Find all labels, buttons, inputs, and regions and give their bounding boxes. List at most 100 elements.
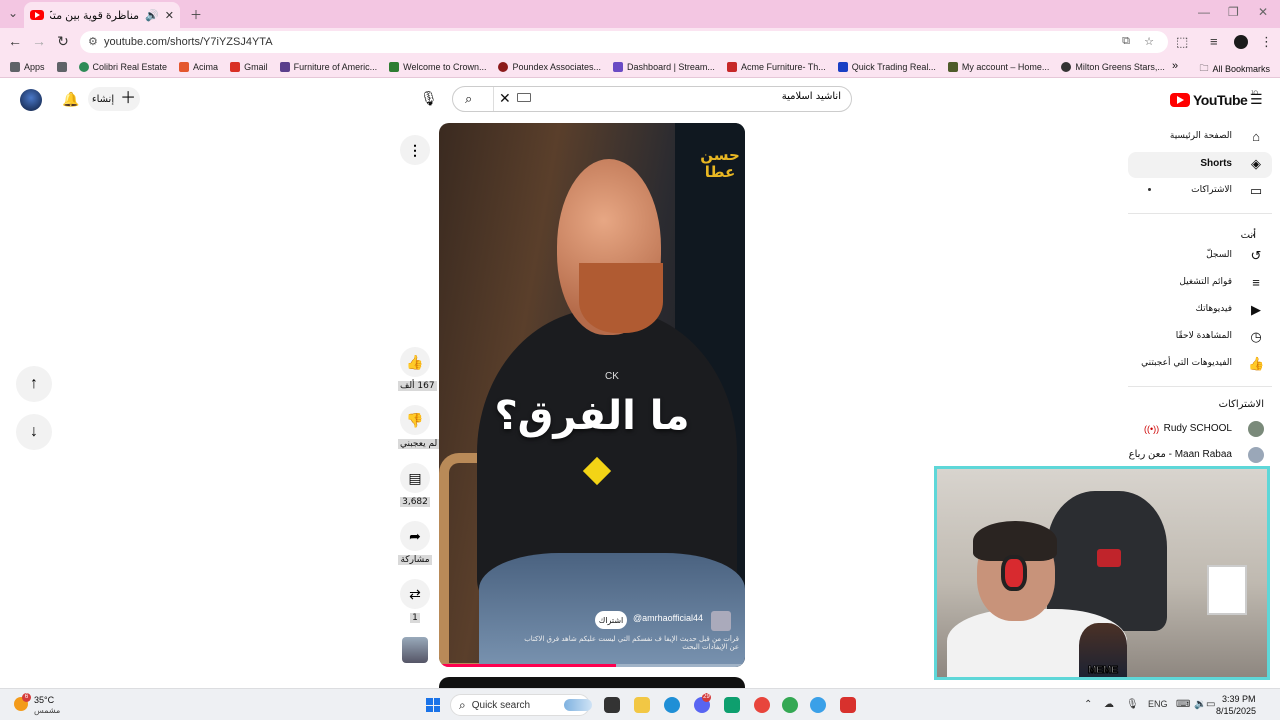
sound-thumbnail[interactable] — [402, 637, 428, 663]
forward-icon[interactable]: → — [30, 33, 48, 49]
weather-temp[interactable]: 35°C — [34, 695, 54, 705]
restore-icon[interactable]: ❐ — [1228, 5, 1239, 19]
bookmark-quick-trading[interactable]: Quick Trading Real... — [837, 61, 936, 72]
tab-strip: ⌄ مناظرة قوية بين متكري السنة 🔊 ✕ ＋ — ❐ … — [0, 0, 1280, 28]
recording-app-icon[interactable] — [840, 697, 856, 713]
sidebar-item-playlists[interactable]: ≡ قوائم التشغيل — [1128, 271, 1272, 297]
chrome-icon[interactable] — [754, 697, 770, 713]
search-icon[interactable]: ⌕ — [465, 91, 472, 107]
sidebar-you-heading[interactable]: أنت › — [1128, 222, 1272, 244]
like-button[interactable]: 👍 — [400, 347, 430, 377]
subscribe-button[interactable]: اشتراك — [595, 611, 627, 629]
browser-icon[interactable] — [810, 697, 826, 713]
sidebar-item-watch-later[interactable]: ◷ المشاهدة لاحقًا — [1128, 325, 1272, 351]
video-progress-bar[interactable] — [439, 664, 745, 667]
keyboard-icon[interactable] — [517, 93, 531, 102]
discord-badge: 29 — [702, 693, 711, 702]
network-icon[interactable]: ⌨ — [1176, 699, 1190, 710]
edge-icon[interactable] — [664, 697, 680, 713]
start-button[interactable] — [426, 698, 440, 712]
dislike-button[interactable]: 👎 — [400, 405, 430, 435]
bookmark-milton-greens[interactable]: Milton Greens Stars,... — [1061, 61, 1165, 72]
clear-search-icon[interactable]: ✕ — [499, 90, 511, 107]
language-indicator[interactable]: ENG — [1148, 699, 1168, 709]
battery-icon[interactable]: ▭ — [1206, 699, 1215, 710]
bookmark-crown[interactable]: Welcome to Crown... — [389, 61, 486, 72]
sidebar-item-shorts[interactable]: ◈ Shorts — [1128, 152, 1272, 178]
back-icon[interactable]: ← — [6, 33, 24, 49]
sidebar-item-history[interactable]: ↺ السجلّ — [1128, 244, 1272, 270]
share-button[interactable]: ➦ — [400, 521, 430, 551]
bookmark-grid[interactable] — [56, 61, 67, 72]
channel-name: معن رباع - Maan Rabaa — [1128, 449, 1232, 460]
extensions-icon[interactable]: ⬚ — [1176, 34, 1188, 50]
site-info-icon[interactable]: ⚙ — [88, 35, 98, 48]
bookmark-furniture-of-america[interactable]: Furniture of Americ... — [279, 61, 377, 72]
address-bar[interactable]: ⚙ youtube.com/shorts/Y7iYZSJ4YTA ⧉ ☆ — [80, 31, 1168, 53]
furniture-icon — [279, 61, 290, 72]
clock-date[interactable]: 8/15/2025 — [1216, 706, 1256, 716]
remix-button[interactable]: ⇄ — [400, 579, 430, 609]
media-control-icon[interactable]: ≡ — [1210, 34, 1218, 49]
clock-time[interactable]: 3:39 PM — [1222, 694, 1256, 704]
sidebar-item-subscriptions[interactable]: ▭ الاشتراكات — [1128, 179, 1272, 205]
tray-cloud-icon[interactable]: ☁ — [1104, 699, 1114, 710]
logo-text: YouTube — [1193, 92, 1248, 108]
acima-icon — [179, 61, 190, 72]
minimize-icon[interactable]: — — [1198, 5, 1210, 19]
youtube-favicon-icon — [30, 10, 44, 20]
all-bookmarks[interactable]: 🗀 All Bookmarks — [1199, 61, 1270, 77]
tray-mic-icon[interactable]: 🎙 — [1126, 699, 1139, 710]
headset-icon — [1001, 555, 1027, 591]
bookmark-acme[interactable]: Acme Furniture- Th... — [726, 61, 826, 72]
guide-menu-icon[interactable]: ☰ — [1250, 91, 1263, 108]
file-explorer-icon[interactable] — [634, 697, 650, 713]
short-description[interactable]: قرأت من قبل حديث الإيفا ف نفسكم التي ليس… — [509, 635, 739, 652]
short-channel-row: اشتراك @amrhaofficial44 — [439, 609, 745, 631]
comments-button[interactable]: ▤ — [400, 463, 430, 493]
next-short-button[interactable]: ↓ — [16, 414, 52, 450]
plus-icon[interactable]: ＋ — [190, 6, 202, 23]
active-tab[interactable]: مناظرة قوية بين متكري السنة 🔊 ✕ — [24, 2, 180, 28]
search-input[interactable] — [641, 91, 841, 102]
tray-chevron-up-icon[interactable]: ⌃ — [1084, 699, 1092, 710]
create-button[interactable]: إنشاء ＋ — [88, 87, 140, 111]
reload-icon[interactable]: ↻ — [54, 33, 72, 50]
close-tab-icon[interactable]: ✕ — [165, 9, 174, 22]
task-view-icon[interactable] — [604, 697, 620, 713]
bookmark-my-account[interactable]: My account – Home... — [947, 61, 1049, 72]
bookmark-gmail[interactable]: Gmail — [230, 61, 268, 72]
short-video-player[interactable]: حسن عطا CK ما الفرق؟ اشتراك @amrhaoffici… — [439, 123, 745, 667]
sidebar-item-home[interactable]: ⌂ الصفحة الرئيسية — [1128, 125, 1272, 151]
close-window-icon[interactable]: ✕ — [1258, 5, 1268, 19]
profile-avatar[interactable] — [1234, 35, 1248, 49]
youtube-logo[interactable]: YouTube JO — [1170, 91, 1258, 108]
cast-icon[interactable]: ⧉ — [1122, 35, 1130, 48]
sidebar-item-label: السجلّ — [1206, 250, 1232, 260]
sidebar-item-your-videos[interactable]: ▶ فيديوهاتك — [1128, 298, 1272, 324]
app-store-icon[interactable] — [724, 697, 740, 713]
bookmark-acima[interactable]: Acima — [179, 61, 218, 72]
sidebar-divider — [1128, 386, 1272, 387]
notifications-bell-icon[interactable]: 🔔 — [62, 91, 79, 108]
bookmark-apps[interactable]: Apps — [10, 61, 45, 72]
previous-short-button[interactable]: ↑ — [16, 366, 52, 402]
bookmark-poundex[interactable]: Poundex Associates... — [498, 61, 601, 72]
address-url[interactable]: youtube.com/shorts/Y7iYZSJ4YTA — [104, 36, 273, 48]
bookmarks-overflow-icon[interactable]: » — [1172, 60, 1178, 72]
speaker-icon[interactable]: 🔊 — [145, 9, 159, 22]
sidebar-item-liked-videos[interactable]: 👍 الفيديوهات التي أعجبتني — [1128, 352, 1272, 378]
short-channel-avatar[interactable] — [711, 611, 731, 631]
account-avatar[interactable] — [20, 89, 42, 111]
chrome-profile-icon[interactable] — [782, 697, 798, 713]
bookmark-colibri[interactable]: Colibri Real Estate — [78, 61, 167, 72]
tab-search-chevron-icon[interactable]: ⌄ — [8, 6, 18, 20]
short-channel-name[interactable]: @amrhaofficial44 — [633, 613, 703, 623]
subscription-rudy-school[interactable]: Rudy SCHOOL ((•)) — [1128, 417, 1272, 443]
bookmark-dashboard[interactable]: Dashboard | Stream... — [613, 61, 715, 72]
bookmark-star-icon[interactable]: ☆ — [1144, 35, 1154, 48]
more-options-button[interactable]: ⋮ — [400, 135, 430, 165]
voice-search-mic-icon[interactable]: 🎙 — [420, 90, 438, 107]
volume-icon[interactable]: 🔉 — [1194, 699, 1206, 710]
browser-menu-icon[interactable]: ⋮ — [1260, 34, 1273, 50]
